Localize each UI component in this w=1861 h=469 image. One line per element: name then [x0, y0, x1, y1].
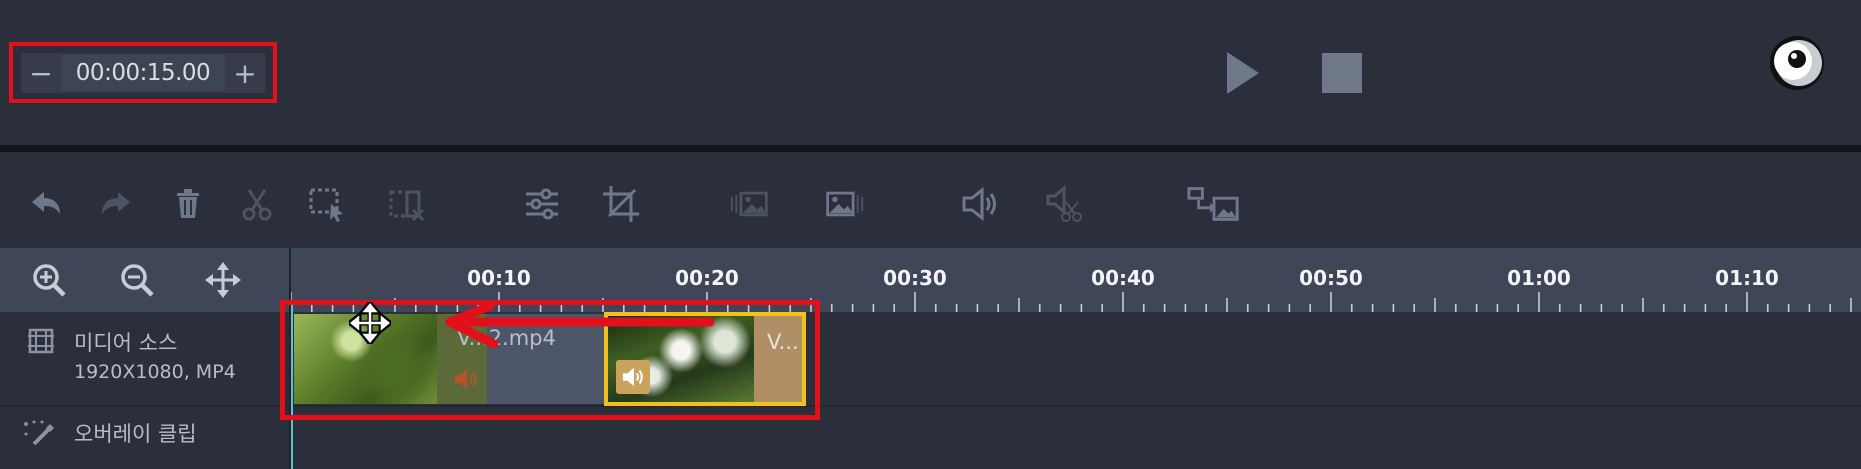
media-track-info: 1920X1080, MP4 — [74, 361, 236, 383]
app-logo-icon — [1770, 36, 1824, 90]
ruler-label: 00:10 — [467, 266, 531, 290]
track-headers: 미디어 소스 1920X1080, MP4 오버레이 클립 — [0, 312, 291, 469]
redo-icon[interactable] — [94, 182, 138, 226]
annotation-arrow-icon — [445, 301, 715, 349]
duration-stepper[interactable]: − 00:00:15.00 + — [21, 53, 265, 93]
duration-field[interactable]: 00:00:15.00 — [61, 55, 225, 91]
ruler-label: 00:30 — [883, 266, 947, 290]
cut-icon[interactable] — [235, 182, 279, 226]
ruler-label: 00:20 — [675, 266, 739, 290]
transport-bar: − 00:00:15.00 + — [0, 0, 1861, 145]
adjust-icon[interactable] — [520, 182, 564, 226]
fit-move-icon[interactable] — [203, 260, 243, 300]
delete-icon[interactable] — [166, 182, 210, 226]
ruler-label: 01:10 — [1715, 266, 1779, 290]
overlay-track-title: 오버레이 클립 — [74, 422, 197, 446]
undo-icon[interactable] — [24, 182, 68, 226]
fade-in-image-icon[interactable] — [728, 182, 772, 226]
play-icon[interactable] — [1223, 48, 1263, 98]
increment-button[interactable]: + — [225, 53, 265, 93]
ruler-label: 01:00 — [1507, 266, 1571, 290]
mute-cut-icon[interactable] — [1042, 182, 1086, 226]
video-editor: − 00:00:15.00 + 00:10 00:20 00:30 00:40 … — [0, 0, 1861, 469]
move-cursor-icon — [349, 302, 391, 344]
select-range-icon[interactable] — [305, 182, 349, 226]
zoom-in-icon[interactable] — [29, 260, 69, 300]
film-icon — [28, 328, 54, 354]
split-delete-icon[interactable] — [385, 182, 429, 226]
volume-icon[interactable] — [958, 182, 1002, 226]
panel-divider — [0, 145, 1861, 152]
fade-out-image-icon[interactable] — [822, 182, 866, 226]
timeline-zoom-controls — [0, 248, 291, 312]
ruler-label: 00:40 — [1091, 266, 1155, 290]
crop-icon[interactable] — [599, 182, 643, 226]
ruler-label: 00:50 — [1299, 266, 1363, 290]
edit-toolbar — [0, 152, 1861, 248]
decrement-button[interactable]: − — [21, 53, 61, 93]
media-track-title: 미디어 소스 — [74, 331, 178, 355]
replace-media-icon[interactable] — [1186, 182, 1242, 226]
stop-icon[interactable] — [1322, 53, 1362, 93]
duration-highlight: − 00:00:15.00 + — [9, 42, 277, 103]
zoom-out-icon[interactable] — [117, 260, 157, 300]
overlay-magic-icon — [24, 420, 54, 446]
